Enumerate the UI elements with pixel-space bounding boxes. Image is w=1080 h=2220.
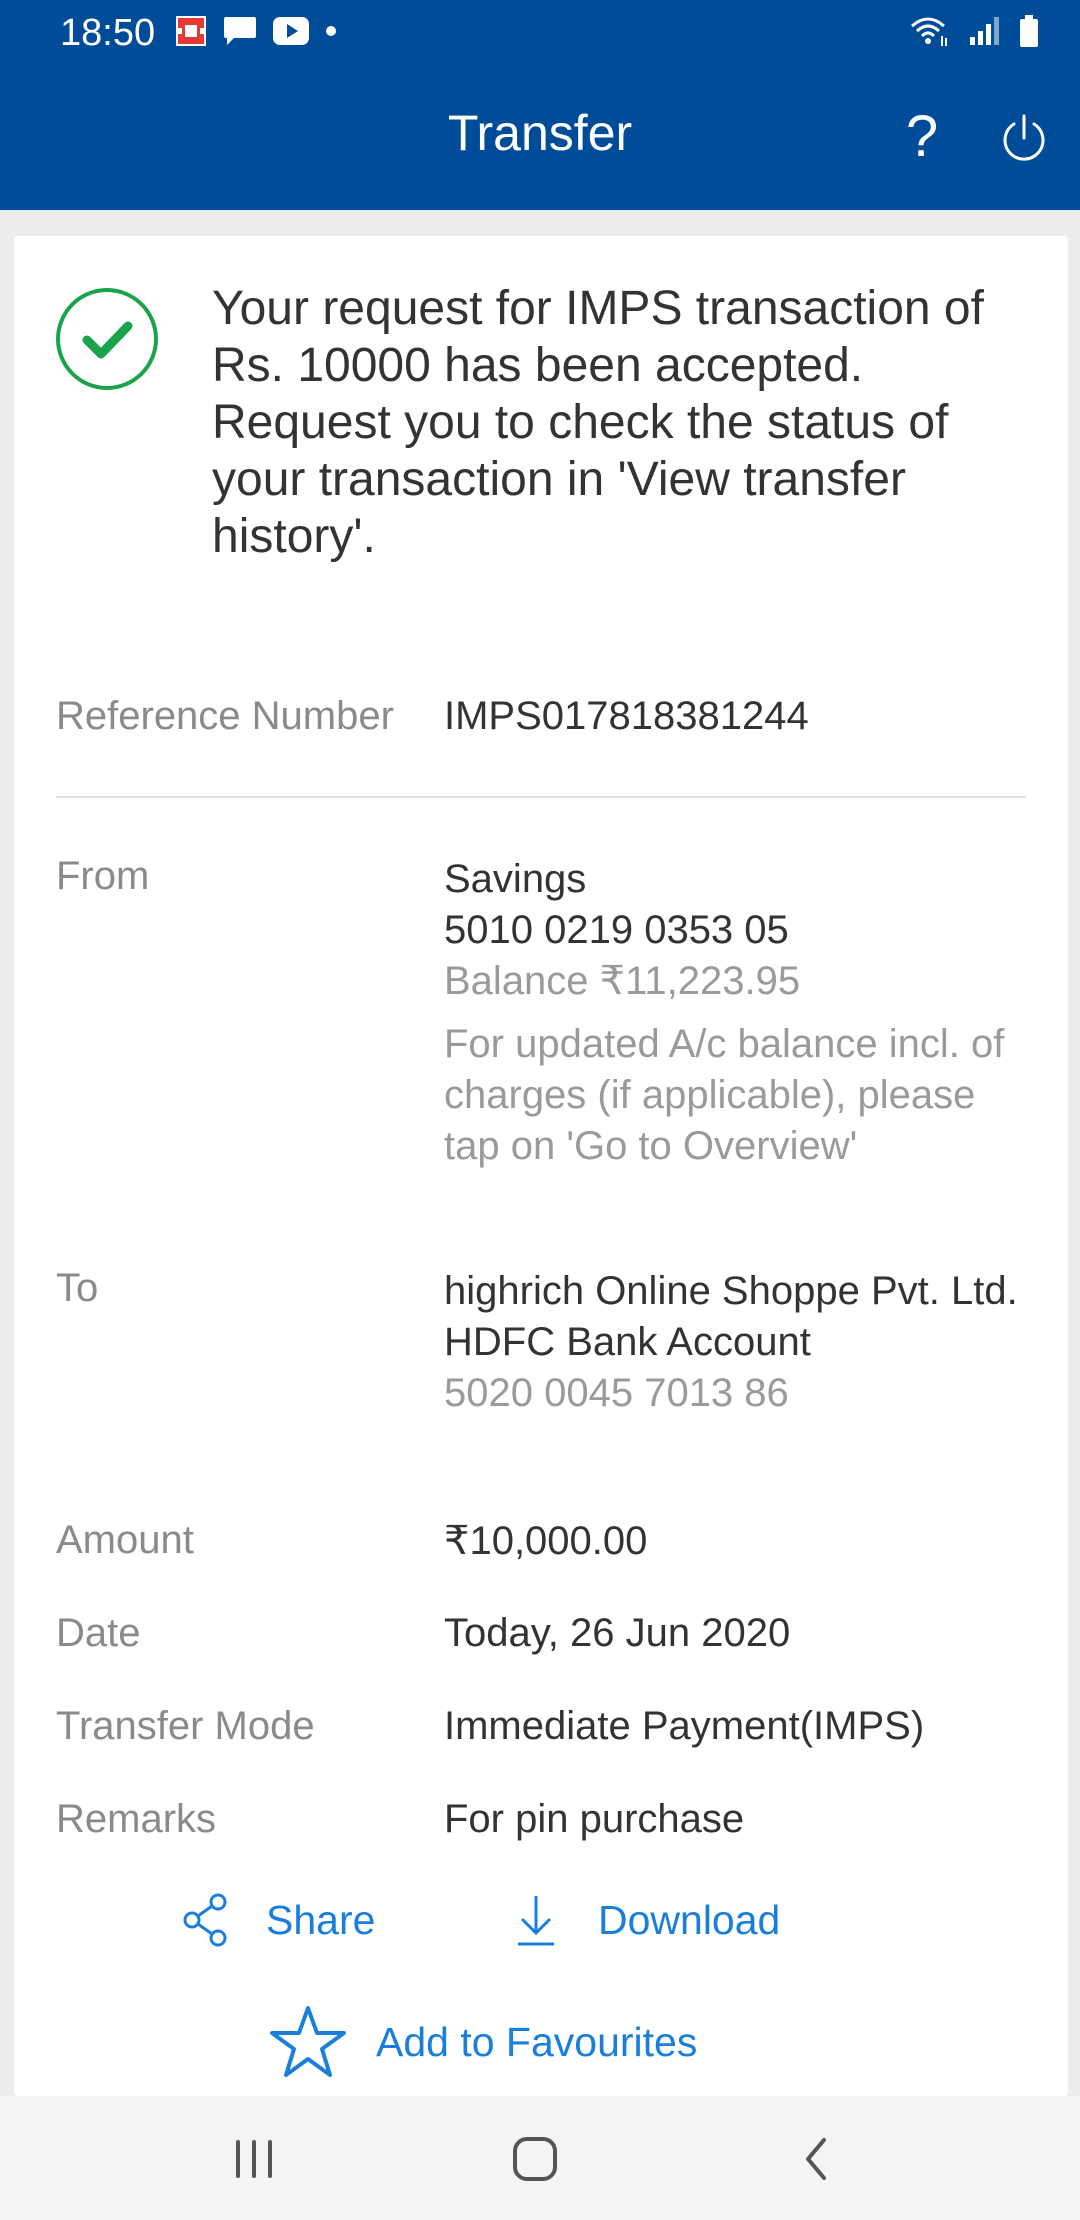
- to-details: highrich Online Shoppe Pvt. Ltd. HDFC Ba…: [444, 1266, 1034, 1419]
- from-account-number: 5010 0219 0353 05: [444, 908, 789, 952]
- from-details: Savings 5010 0219 0353 05 Balance ₹11,22…: [444, 854, 1034, 1172]
- remarks-label: Remarks: [56, 1797, 217, 1841]
- balance-note: For updated A/c balance incl. of charges…: [444, 1022, 1005, 1168]
- notification-icons: [174, 14, 338, 48]
- from-balance: Balance ₹11,223.95: [444, 959, 801, 1003]
- transfer-confirmation-card: Your request for IMPS transaction of Rs.…: [14, 236, 1068, 2096]
- download-label: Download: [598, 1896, 781, 1943]
- download-button[interactable]: Download: [512, 1892, 780, 1948]
- check-circle-icon: [56, 288, 158, 390]
- bank-app-icon: [176, 16, 206, 46]
- reference-label: Reference Number: [56, 694, 394, 738]
- to-account-number: 5020 0045 7013 86: [444, 1371, 789, 1415]
- date-value: Today, 26 Jun 2020: [444, 1611, 791, 1655]
- remarks-value: For pin purchase: [444, 1797, 745, 1841]
- from-account-type: Savings: [444, 857, 587, 901]
- to-name: highrich Online Shoppe Pvt. Ltd.: [444, 1269, 1018, 1313]
- battery-icon: [1020, 15, 1038, 47]
- download-icon: [518, 1896, 554, 1946]
- app-bar: Transfer ?: [0, 66, 1080, 210]
- amount-value: ₹10,000.00: [444, 1519, 648, 1563]
- transfer-mode-value: Immediate Payment(IMPS): [444, 1704, 925, 1748]
- transfer-mode-label: Transfer Mode: [56, 1704, 315, 1748]
- wifi-icon: [911, 17, 947, 46]
- home-icon[interactable]: [510, 2134, 562, 2184]
- to-label: To: [56, 1266, 99, 1310]
- star-icon: [270, 2006, 346, 2077]
- add-to-favourites-button[interactable]: Add to Favourites: [268, 2004, 697, 2080]
- system-icons: [908, 14, 1040, 48]
- amount-label: Amount: [56, 1518, 194, 1562]
- message-icon: [224, 17, 256, 45]
- divider: [56, 796, 1026, 798]
- power-icon: [1003, 114, 1045, 161]
- share-icon: [183, 1893, 227, 1947]
- system-navigation-bar: [0, 2096, 1080, 2220]
- favourites-label: Add to Favourites: [376, 2018, 698, 2065]
- success-message: Your request for IMPS transaction of Rs.…: [212, 282, 984, 563]
- help-button[interactable]: ?: [896, 102, 948, 172]
- youtube-icon: [273, 17, 309, 45]
- logout-button[interactable]: [996, 110, 1052, 166]
- status-time: 18:50: [60, 12, 156, 54]
- more-notifications-dot: [326, 26, 336, 36]
- from-label: From: [56, 854, 150, 898]
- date-label: Date: [56, 1611, 141, 1655]
- to-bank: HDFC Bank Account: [444, 1320, 811, 1364]
- reference-value: IMPS017818381244: [444, 694, 809, 738]
- recent-apps-icon[interactable]: [228, 2136, 280, 2182]
- share-label: Share: [266, 1896, 376, 1943]
- signal-icon: [970, 17, 999, 45]
- share-button[interactable]: Share: [180, 1892, 375, 1948]
- back-icon[interactable]: [798, 2136, 834, 2182]
- status-bar: 18:50: [0, 0, 1080, 66]
